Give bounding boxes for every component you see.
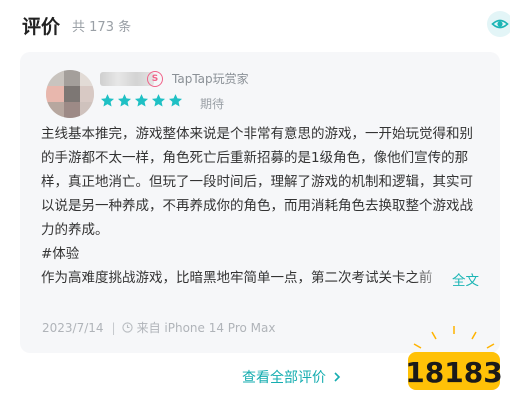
view-all-label: 查看全部评价 — [242, 370, 326, 386]
username-blurred — [100, 72, 154, 86]
review-meta: 2023/7/14 | 来自 iPhone 14 Pro Max — [42, 319, 275, 336]
review-count: 共 173 条 — [72, 19, 132, 35]
taptap-badge-icon: S — [147, 71, 163, 87]
chevron-right-icon — [334, 372, 341, 382]
review-text: 主线基本推完，游戏整体来说是个非常有意思的游戏，一开始玩觉得和别的手游都不太一样… — [41, 122, 486, 290]
watermark-text: 18183 — [405, 356, 502, 389]
meta-separator: | — [111, 320, 116, 335]
badge-label: TapTap玩赏家 — [172, 72, 249, 86]
star-icon — [151, 94, 166, 107]
section-title: 评价 — [22, 15, 61, 38]
review-card[interactable]: S TapTap玩赏家 期待 主线基本推完，游戏整体来说是个非常有意思的游戏，一… — [20, 52, 500, 353]
star-icon — [168, 94, 183, 107]
star-icon — [134, 94, 149, 107]
review-tag: #体验 — [41, 246, 80, 262]
watermark-logo: 18183 — [405, 326, 503, 390]
text-fade — [413, 271, 453, 293]
rating-stars — [100, 93, 185, 108]
rating-label: 期待 — [200, 97, 225, 111]
review-date: 2023/7/14 — [42, 320, 104, 335]
clock-icon — [121, 322, 133, 333]
eye-icon[interactable] — [487, 11, 510, 37]
review-device: 来自 iPhone 14 Pro Max — [136, 321, 276, 335]
full-text-link[interactable]: 全文 — [452, 269, 479, 289]
star-icon — [100, 94, 115, 107]
view-all-reviews-link[interactable]: 查看全部评价 — [242, 367, 342, 387]
reviews-header: 评价 共 173 条 — [22, 12, 131, 38]
review-paragraph: 主线基本推完，游戏整体来说是个非常有意思的游戏，一开始玩觉得和别的手游都不太一样… — [41, 126, 473, 238]
star-icon — [117, 94, 132, 107]
avatar[interactable] — [46, 70, 94, 118]
